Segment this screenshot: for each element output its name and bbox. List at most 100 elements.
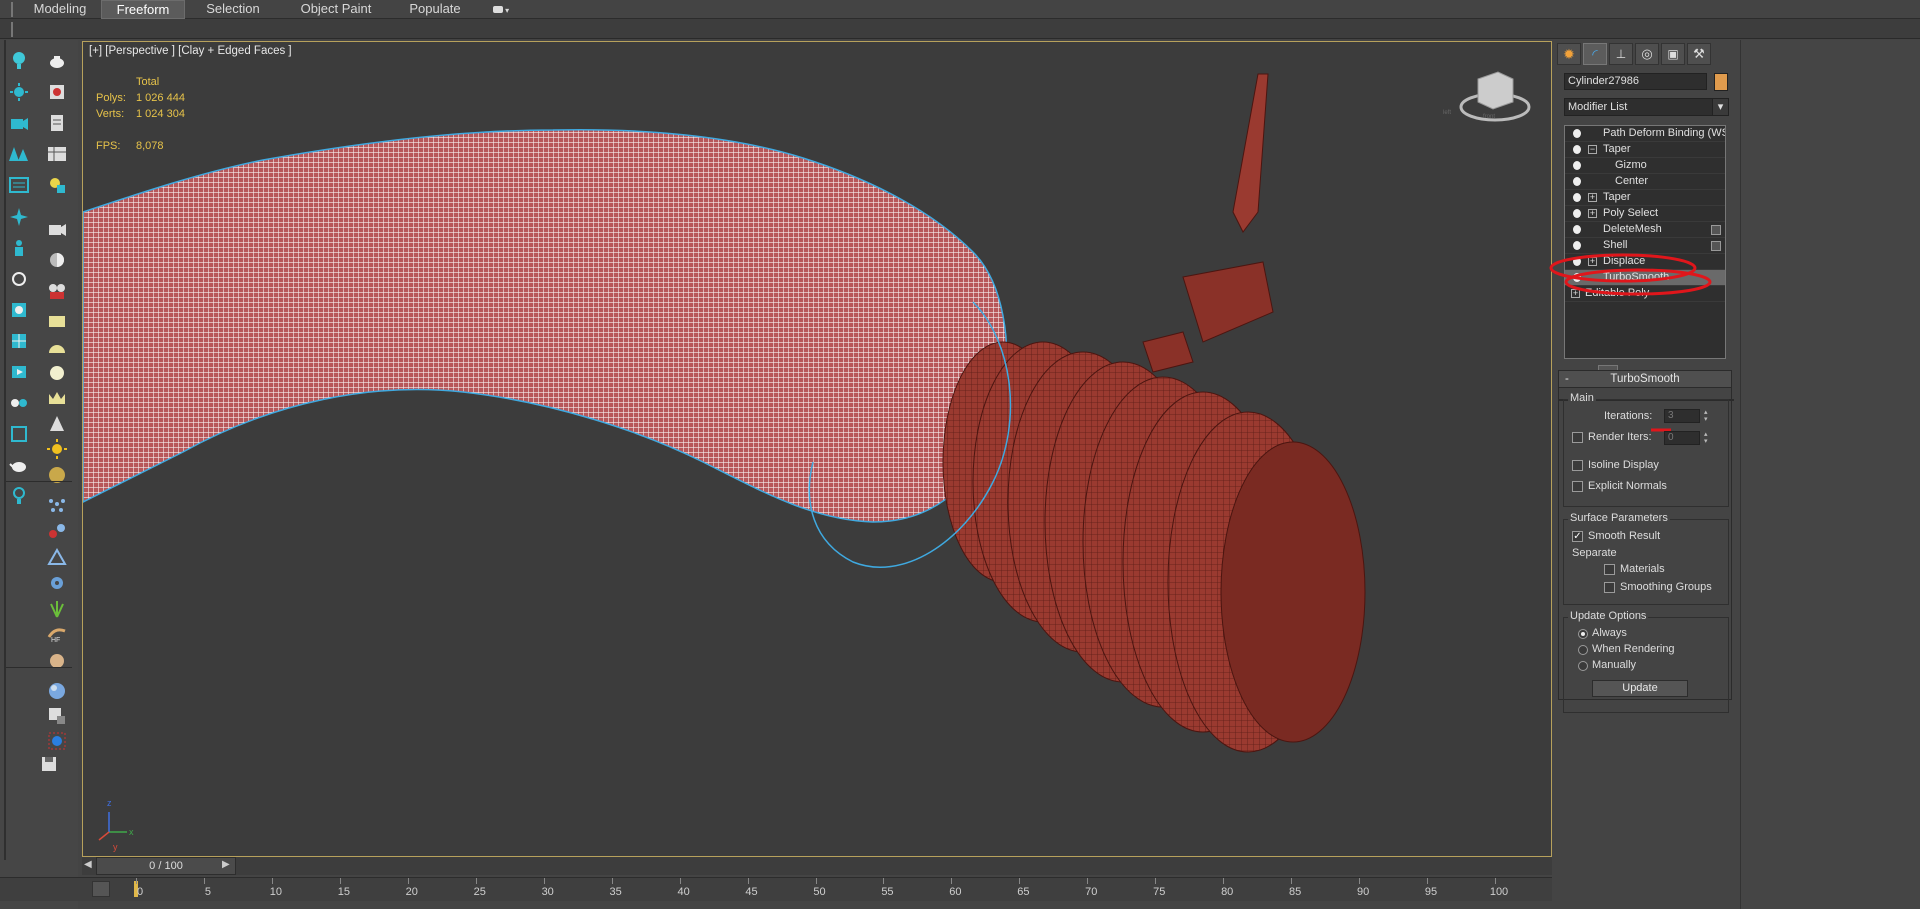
stack-item[interactable]: + Displace <box>1565 254 1725 270</box>
gear-icon[interactable] <box>46 572 68 594</box>
stack-item[interactable]: Path Deform Binding (WS <box>1565 126 1725 142</box>
cone-icon[interactable] <box>46 413 68 435</box>
create-tab[interactable]: ✹ <box>1557 43 1581 65</box>
always-radio[interactable] <box>1578 629 1588 639</box>
sun-icon[interactable] <box>46 438 68 460</box>
viewport-icon[interactable] <box>8 423 30 445</box>
stack-item[interactable]: + Poly Select <box>1565 206 1725 222</box>
particles-icon[interactable] <box>46 495 68 517</box>
light-bulb-icon[interactable] <box>1573 257 1581 266</box>
toolbar-grip[interactable] <box>4 40 6 860</box>
time-next-icon[interactable]: ▶ <box>222 859 230 870</box>
expand-icon[interactable]: + <box>1588 193 1597 202</box>
motion-tab[interactable]: ◎ <box>1635 43 1659 65</box>
image-icon[interactable] <box>46 81 68 103</box>
hair-icon[interactable]: HF <box>46 623 68 645</box>
material-sphere-icon[interactable] <box>46 680 68 702</box>
scene-render[interactable] <box>83 42 1552 857</box>
stack-item-toggle[interactable] <box>1711 225 1721 235</box>
camera-group-icon[interactable] <box>8 112 30 134</box>
collapse-icon[interactable]: − <box>1588 145 1597 154</box>
update-button[interactable]: Update <box>1592 680 1688 697</box>
list-icon[interactable] <box>8 174 30 196</box>
stack-item-toggle[interactable] <box>1711 241 1721 251</box>
ribbon-strip-grip[interactable] <box>11 22 13 37</box>
stack-item[interactable]: TurboSmooth <box>1565 270 1725 286</box>
expand-icon[interactable]: + <box>1588 257 1597 266</box>
expand-icon[interactable]: + <box>1571 289 1580 298</box>
light-bulb-icon[interactable] <box>1573 129 1581 138</box>
tab-modeling[interactable]: Modeling <box>28 0 92 19</box>
modify-tab[interactable]: ◜ <box>1583 43 1607 65</box>
stack-item[interactable]: DeleteMesh <box>1565 222 1725 238</box>
camera-rig-icon[interactable] <box>46 280 68 302</box>
track-bar[interactable]: 0 5 10 15 20 25 30 35 40 45 50 55 60 65 70 75 80 85 90 95 10… <box>0 877 1552 901</box>
hemisphere-icon[interactable] <box>46 336 68 358</box>
display-tab[interactable]: ▣ <box>1661 43 1685 65</box>
light-bulb-icon[interactable] <box>1573 225 1581 234</box>
document-icon[interactable] <box>46 112 68 134</box>
light-bulb-icon[interactable] <box>1573 193 1581 202</box>
modifier-stack[interactable]: Path Deform Binding (WS − Taper Gizmo Center… <box>1564 125 1726 359</box>
expand-icon[interactable]: + <box>1588 209 1597 218</box>
stack-item[interactable]: Shell <box>1565 238 1725 254</box>
forest-icon[interactable] <box>8 143 30 165</box>
track-menu-icon[interactable] <box>92 881 110 897</box>
group-icon[interactable] <box>8 392 30 414</box>
bone-icon[interactable] <box>46 546 68 568</box>
render-iters-spinner-arrows[interactable]: ▴ ▾ <box>1704 431 1712 445</box>
light-bulb-icon[interactable] <box>1573 209 1581 218</box>
save-icon[interactable] <box>38 753 60 775</box>
render-icon[interactable] <box>8 361 30 383</box>
light-bulb-icon[interactable] <box>1573 273 1581 282</box>
box-primitive-icon[interactable] <box>46 310 68 332</box>
light-icon[interactable] <box>8 485 30 507</box>
crown-icon[interactable] <box>46 387 68 409</box>
when-rendering-radio[interactable] <box>1578 645 1588 655</box>
stack-item[interactable]: + Editable Poly <box>1565 286 1725 302</box>
video-camera-icon[interactable] <box>46 218 68 240</box>
hierarchy-tab[interactable]: ⊥ <box>1609 43 1633 65</box>
smoothing-groups-checkbox[interactable] <box>1604 582 1615 593</box>
sphere-icon[interactable] <box>46 362 68 384</box>
light-bulb-icon[interactable] <box>1573 161 1581 170</box>
object-name-field[interactable]: Cylinder27986 <box>1564 73 1707 90</box>
snap-icon[interactable] <box>8 330 30 352</box>
light-bulb-icon[interactable] <box>1573 177 1581 186</box>
perspective-viewport[interactable]: [+] [Perspective ] [Clay + Edged Faces ]… <box>82 41 1552 857</box>
teapot-create-icon[interactable] <box>46 50 68 72</box>
rollout-header[interactable]: - TurboSmooth <box>1559 371 1731 388</box>
modifier-list-dropdown[interactable]: Modifier List ▾ <box>1564 98 1729 116</box>
lock-material-icon[interactable] <box>46 705 68 727</box>
material-icon[interactable] <box>8 299 30 321</box>
light-render-icon[interactable] <box>46 174 68 196</box>
half-sphere-icon[interactable] <box>46 249 68 271</box>
ribbon-options-dropdown[interactable]: ▾ <box>488 0 514 19</box>
object-color-swatch[interactable] <box>1714 73 1728 91</box>
sparkle-icon[interactable] <box>8 206 30 228</box>
person-icon[interactable] <box>8 237 30 259</box>
tab-freeform[interactable]: Freeform <box>101 0 185 19</box>
isoline-display-checkbox[interactable] <box>1572 460 1583 471</box>
stack-item[interactable]: + Taper <box>1565 190 1725 206</box>
materials-checkbox[interactable] <box>1604 564 1615 575</box>
teapot-icon[interactable] <box>8 454 30 476</box>
explicit-normals-checkbox[interactable] <box>1572 481 1583 492</box>
sun-light-icon[interactable] <box>8 81 30 103</box>
stack-item[interactable]: − Taper <box>1565 142 1725 158</box>
tab-object-paint[interactable]: Object Paint <box>292 0 380 19</box>
grass-icon[interactable] <box>46 597 68 619</box>
table-icon[interactable] <box>46 143 68 165</box>
ribbon-grip[interactable] <box>11 2 13 17</box>
iterations-input[interactable]: 3 <box>1664 409 1700 423</box>
stack-item[interactable]: Gizmo <box>1565 158 1725 174</box>
iterations-spinner-arrows[interactable]: ▴ ▾ <box>1704 409 1712 423</box>
tab-selection[interactable]: Selection <box>200 0 266 19</box>
tab-populate[interactable]: Populate <box>400 0 470 19</box>
manually-radio[interactable] <box>1578 661 1588 671</box>
light-bulb-icon[interactable] <box>8 50 30 72</box>
render-iters-checkbox[interactable] <box>1572 432 1583 443</box>
disc-icon[interactable] <box>46 464 68 486</box>
render-frame-icon[interactable] <box>46 730 68 752</box>
viewcube[interactable] <box>1459 71 1531 122</box>
